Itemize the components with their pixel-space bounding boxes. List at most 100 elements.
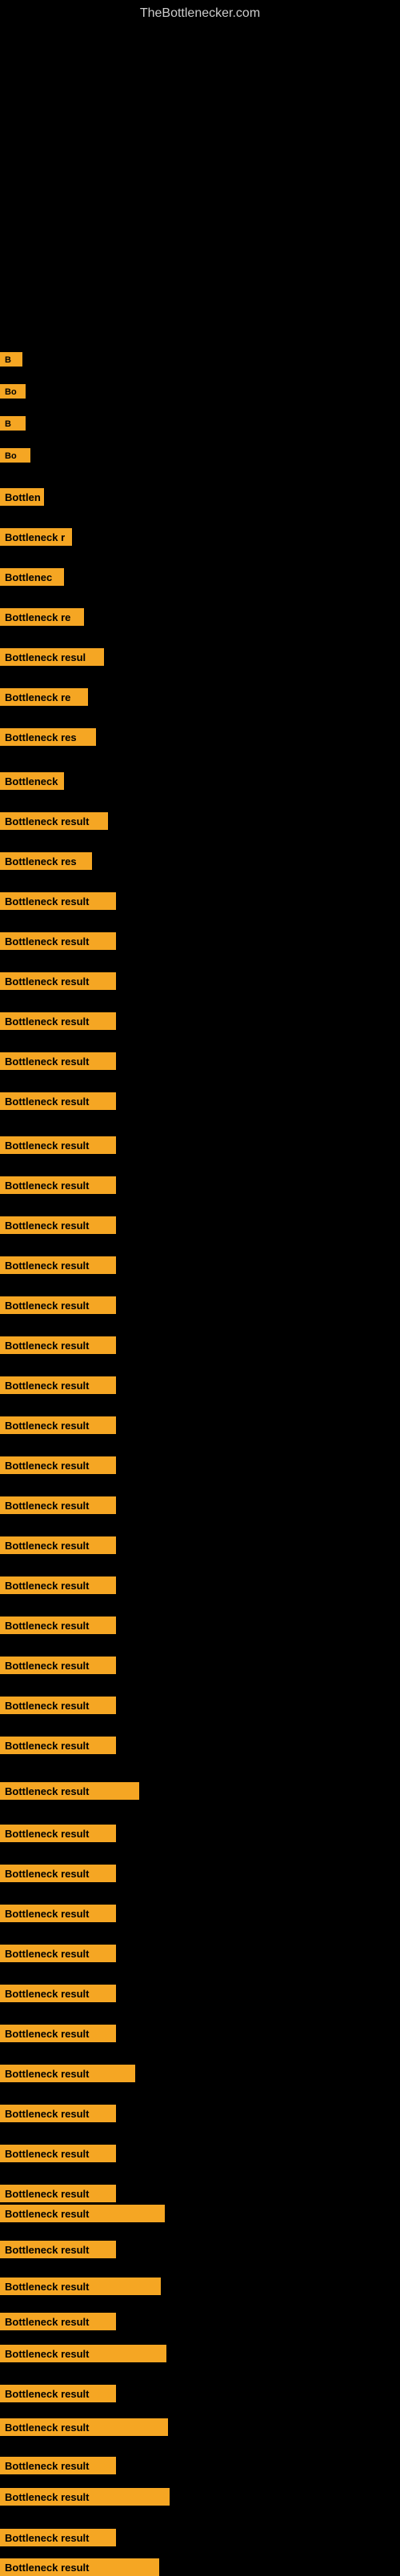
bottleneck-bar-label-55: Bottleneck result	[0, 2488, 170, 2506]
bottleneck-bar-11: Bottleneck	[0, 772, 64, 790]
bottleneck-bar-label-1: Bo	[0, 384, 26, 399]
bottleneck-bar-label-40: Bottleneck result	[0, 1945, 116, 1962]
bottleneck-bar-52: Bottleneck result	[0, 2385, 116, 2402]
bottleneck-bar-label-33: Bottleneck result	[0, 1657, 116, 1674]
bottleneck-bar-label-38: Bottleneck result	[0, 1865, 116, 1882]
bottleneck-bar-label-21: Bottleneck result	[0, 1176, 116, 1194]
bottleneck-bar-18: Bottleneck result	[0, 1052, 116, 1070]
bottleneck-bar-9: Bottleneck re	[0, 688, 88, 706]
bottleneck-bar-label-47: Bottleneck result	[0, 2205, 165, 2222]
bottleneck-bar-38: Bottleneck result	[0, 1865, 116, 1882]
bottleneck-bar-14: Bottleneck result	[0, 892, 116, 910]
bottleneck-bar-label-19: Bottleneck result	[0, 1092, 116, 1110]
bottleneck-bar-26: Bottleneck result	[0, 1376, 116, 1394]
bottleneck-bar-label-12: Bottleneck result	[0, 812, 108, 830]
bottleneck-bar-label-31: Bottleneck result	[0, 1576, 116, 1594]
bottleneck-bar-42: Bottleneck result	[0, 2025, 116, 2042]
bottleneck-bar-label-13: Bottleneck res	[0, 852, 92, 870]
bottleneck-bar-50: Bottleneck result	[0, 2313, 116, 2330]
bottleneck-bar-label-9: Bottleneck re	[0, 688, 88, 706]
bottleneck-bar-label-7: Bottleneck re	[0, 608, 84, 626]
bottleneck-bar-41: Bottleneck result	[0, 1985, 116, 2002]
bottleneck-bar-20: Bottleneck result	[0, 1136, 116, 1154]
bottleneck-bar-15: Bottleneck result	[0, 932, 116, 950]
bottleneck-bar-22: Bottleneck result	[0, 1216, 116, 1234]
bottleneck-bar-label-49: Bottleneck result	[0, 2278, 161, 2295]
bottleneck-bar-21: Bottleneck result	[0, 1176, 116, 1194]
bottleneck-bar-label-35: Bottleneck result	[0, 1737, 116, 1754]
bottleneck-bar-label-50: Bottleneck result	[0, 2313, 116, 2330]
bottleneck-bar-label-3: Bo	[0, 448, 30, 463]
bottleneck-bar-label-17: Bottleneck result	[0, 1012, 116, 1030]
bottleneck-bar-label-32: Bottleneck result	[0, 1617, 116, 1634]
bottleneck-bar-53: Bottleneck result	[0, 2418, 168, 2436]
bottleneck-bar-36: Bottleneck result	[0, 1782, 139, 1800]
bottleneck-bar-27: Bottleneck result	[0, 1416, 116, 1434]
bottleneck-bar-label-2: B	[0, 416, 26, 431]
bottleneck-bar-32: Bottleneck result	[0, 1617, 116, 1634]
bottleneck-bar-51: Bottleneck result	[0, 2345, 166, 2362]
bottleneck-bar-10: Bottleneck res	[0, 728, 96, 746]
bottleneck-bar-47: Bottleneck result	[0, 2205, 165, 2222]
bottleneck-bar-28: Bottleneck result	[0, 1456, 116, 1474]
bottleneck-bar-label-5: Bottleneck r	[0, 528, 72, 546]
site-title: TheBottlenecker.com	[0, 0, 400, 24]
bottleneck-bar-35: Bottleneck result	[0, 1737, 116, 1754]
bottleneck-bar-6: Bottlenec	[0, 568, 64, 586]
bottleneck-bar-39: Bottleneck result	[0, 1905, 116, 1922]
bottleneck-bar-label-20: Bottleneck result	[0, 1136, 116, 1154]
bottleneck-bar-label-26: Bottleneck result	[0, 1376, 116, 1394]
bottleneck-bar-1: Bo	[0, 384, 26, 399]
bottleneck-bar-label-24: Bottleneck result	[0, 1296, 116, 1314]
bottleneck-bar-44: Bottleneck result	[0, 2105, 116, 2122]
bottleneck-bar-57: Bottleneck result	[0, 2558, 159, 2576]
bars-container: B Bo B Bo Bottlen Bottleneck r Bottlenec Bottle…	[0, 40, 400, 2521]
bottleneck-bar-43: Bottleneck result	[0, 2065, 135, 2082]
bottleneck-bar-label-48: Bottleneck result	[0, 2241, 116, 2258]
bottleneck-bar-24: Bottleneck result	[0, 1296, 116, 1314]
bottleneck-bar-13: Bottleneck res	[0, 852, 92, 870]
bottleneck-bar-label-45: Bottleneck result	[0, 2145, 116, 2162]
bottleneck-bar-25: Bottleneck result	[0, 1336, 116, 1354]
bottleneck-bar-31: Bottleneck result	[0, 1576, 116, 1594]
bottleneck-bar-label-16: Bottleneck result	[0, 972, 116, 990]
bottleneck-bar-label-23: Bottleneck result	[0, 1256, 116, 1274]
bottleneck-bar-12: Bottleneck result	[0, 812, 108, 830]
bottleneck-bar-4: Bottlen	[0, 488, 44, 506]
bottleneck-bar-label-37: Bottleneck result	[0, 1825, 116, 1842]
bottleneck-bar-29: Bottleneck result	[0, 1496, 116, 1514]
bottleneck-bar-2: B	[0, 416, 26, 431]
bottleneck-bar-48: Bottleneck result	[0, 2241, 116, 2258]
bottleneck-bar-label-51: Bottleneck result	[0, 2345, 166, 2362]
bottleneck-bar-8: Bottleneck resul	[0, 648, 104, 666]
bottleneck-bar-55: Bottleneck result	[0, 2488, 170, 2506]
bottleneck-bar-label-11: Bottleneck	[0, 772, 64, 790]
bottleneck-bar-label-34: Bottleneck result	[0, 1697, 116, 1714]
bottleneck-bar-label-29: Bottleneck result	[0, 1496, 116, 1514]
bottleneck-bar-30: Bottleneck result	[0, 1536, 116, 1554]
bottleneck-bar-label-36: Bottleneck result	[0, 1782, 139, 1800]
bottleneck-bar-40: Bottleneck result	[0, 1945, 116, 1962]
bottleneck-bar-17: Bottleneck result	[0, 1012, 116, 1030]
bottleneck-bar-label-41: Bottleneck result	[0, 1985, 116, 2002]
bottleneck-bar-7: Bottleneck re	[0, 608, 84, 626]
bottleneck-bar-label-15: Bottleneck result	[0, 932, 116, 950]
bottleneck-bar-3: Bo	[0, 448, 30, 463]
bottleneck-bar-54: Bottleneck result	[0, 2457, 116, 2474]
bottleneck-bar-label-8: Bottleneck resul	[0, 648, 104, 666]
bottleneck-bar-label-0: B	[0, 352, 22, 367]
bottleneck-bar-label-53: Bottleneck result	[0, 2418, 168, 2436]
bottleneck-bar-56: Bottleneck result	[0, 2529, 116, 2546]
bottleneck-bar-label-46: Bottleneck result	[0, 2185, 116, 2202]
bottleneck-bar-label-10: Bottleneck res	[0, 728, 96, 746]
bottleneck-bar-23: Bottleneck result	[0, 1256, 116, 1274]
bottleneck-bar-37: Bottleneck result	[0, 1825, 116, 1842]
bottleneck-bar-5: Bottleneck r	[0, 528, 72, 546]
bottleneck-bar-label-54: Bottleneck result	[0, 2457, 116, 2474]
bottleneck-bar-label-27: Bottleneck result	[0, 1416, 116, 1434]
bottleneck-bar-label-6: Bottlenec	[0, 568, 64, 586]
bottleneck-bar-label-39: Bottleneck result	[0, 1905, 116, 1922]
bottleneck-bar-label-43: Bottleneck result	[0, 2065, 135, 2082]
bottleneck-bar-label-25: Bottleneck result	[0, 1336, 116, 1354]
bottleneck-bar-label-56: Bottleneck result	[0, 2529, 116, 2546]
